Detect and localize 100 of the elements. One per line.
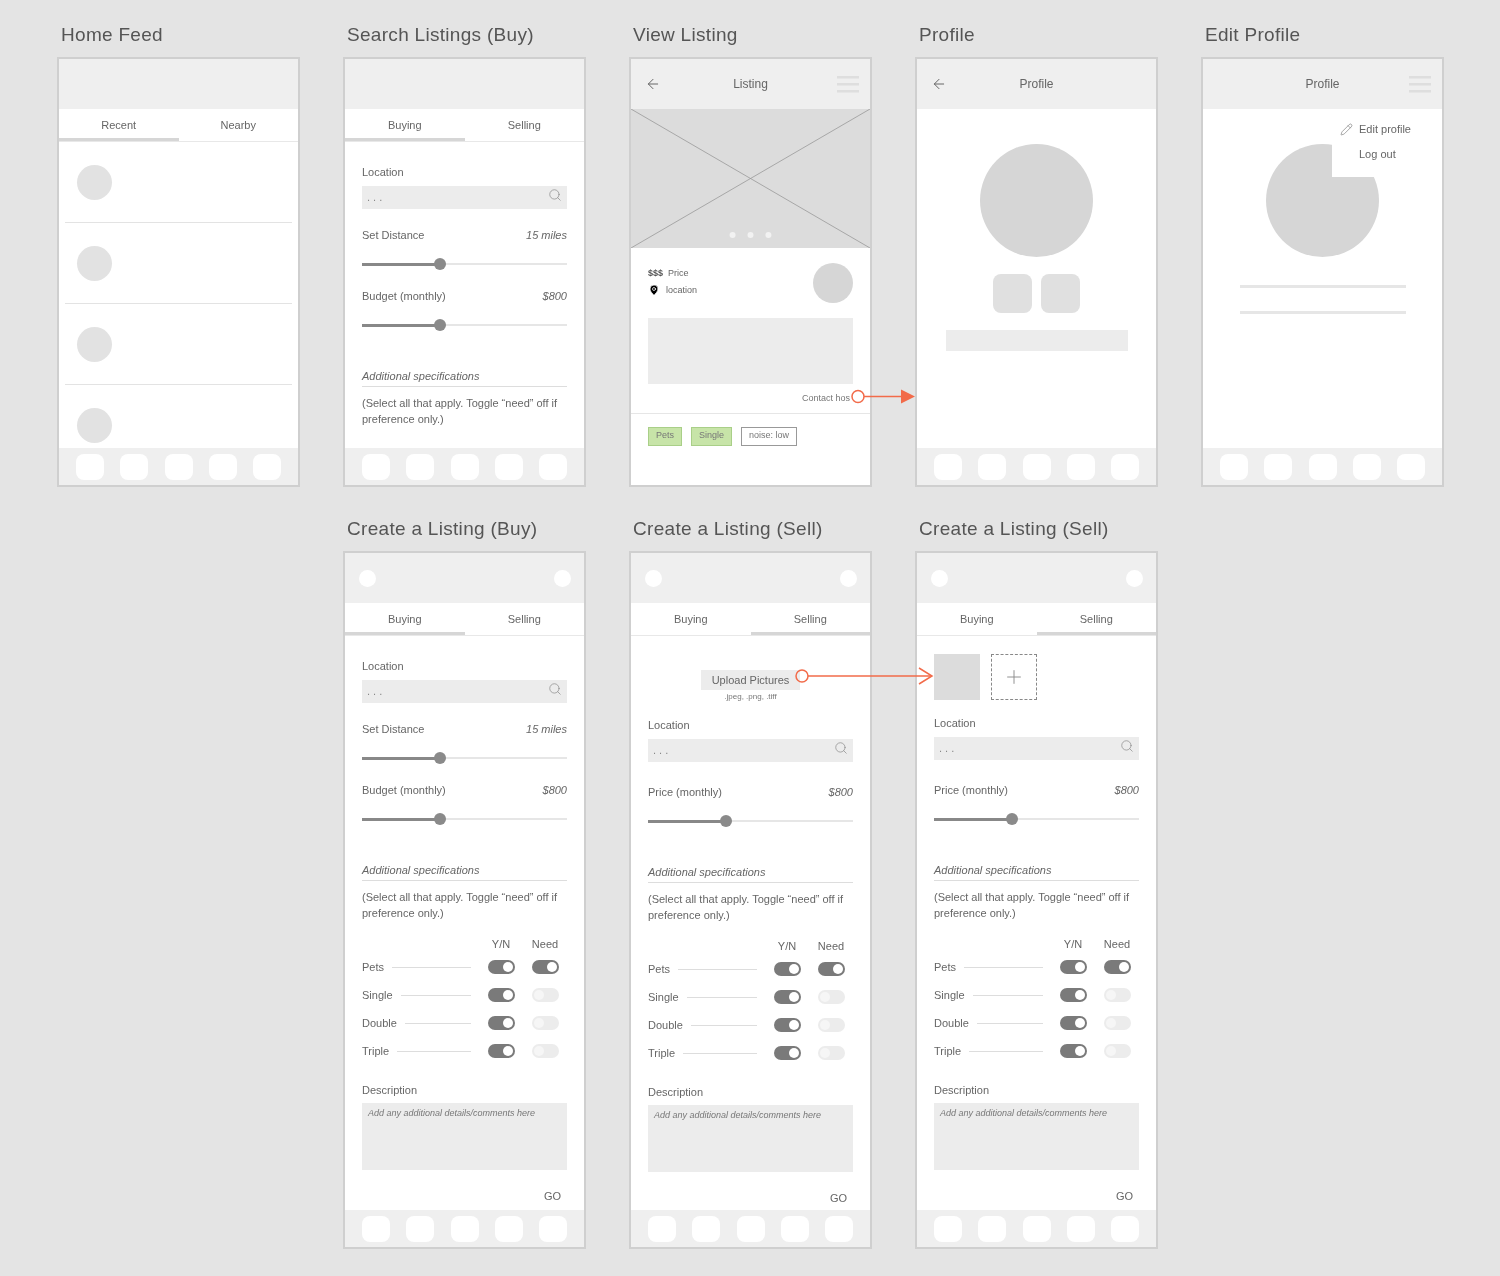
field-label: Description: [648, 1085, 705, 1099]
toggle-switch[interactable]: [773, 990, 801, 1004]
slider[interactable]: [934, 813, 1139, 825]
back-icon[interactable]: [931, 76, 947, 92]
screen-title: View Listing: [632, 23, 739, 47]
screen-title: Profile: [918, 23, 976, 47]
column-header: Need: [816, 939, 846, 953]
go-button[interactable]: GO: [1109, 1188, 1139, 1205]
go-button[interactable]: GO: [823, 1190, 853, 1207]
slider-value: $800: [828, 785, 853, 799]
instruction-text: (Select all that apply. Toggle “need” off if preference only.): [362, 890, 559, 921]
screen-header-title: Profile: [1305, 76, 1340, 93]
option-label: Triple: [934, 1043, 962, 1059]
screen-header-title: Listing: [733, 76, 768, 93]
toggle-switch[interactable]: [817, 962, 845, 976]
slider-value: $800: [542, 289, 567, 303]
tab[interactable]: Selling: [750, 603, 870, 635]
slider[interactable]: [648, 815, 853, 827]
section-heading: Additional specifications: [648, 865, 853, 883]
option-label: Pets: [934, 959, 956, 975]
toggle-switch[interactable]: [487, 960, 515, 974]
slider-label: Set Distance: [362, 722, 425, 736]
toggle-switch[interactable]: [487, 988, 515, 1002]
tab[interactable]: Buying: [345, 603, 465, 635]
toggle-switch[interactable]: [531, 960, 559, 974]
toggle-switch[interactable]: [1059, 960, 1087, 974]
screen-title: Search Listings (Buy): [346, 23, 535, 47]
slider[interactable]: [362, 319, 567, 331]
pencil-icon: [1340, 123, 1353, 136]
slider-thumb[interactable]: [433, 752, 446, 764]
toggle-switch[interactable]: [773, 1046, 801, 1060]
option-label: Double: [648, 1017, 683, 1033]
avatar: [77, 408, 112, 443]
slider-thumb[interactable]: [433, 258, 446, 270]
field-label: Location: [362, 659, 405, 673]
contact-link[interactable]: Contact hos: [801, 392, 850, 406]
search-icon[interactable]: [548, 188, 562, 202]
column-header: Need: [530, 937, 560, 951]
profile-action-button[interactable]: [993, 274, 1032, 313]
search-icon[interactable]: [1120, 739, 1134, 753]
host-avatar: [813, 263, 853, 303]
slider-thumb[interactable]: [433, 813, 446, 825]
search-field[interactable]: . . .: [362, 679, 567, 703]
add-photo-button[interactable]: [991, 654, 1037, 700]
slider-thumb[interactable]: [1005, 813, 1018, 825]
description-field[interactable]: Add any additional details/comments here: [362, 1103, 567, 1170]
toggle-switch[interactable]: [487, 1016, 515, 1030]
toggle-switch[interactable]: [1103, 960, 1131, 974]
search-field[interactable]: . . .: [362, 185, 567, 209]
slider-value: $800: [1114, 783, 1139, 797]
option-label: Pets: [648, 961, 670, 977]
toggle-switch[interactable]: [773, 962, 801, 976]
slider[interactable]: [362, 813, 567, 825]
tab[interactable]: Nearby: [178, 109, 298, 141]
column-header: Y/N: [1062, 937, 1084, 951]
upload-button[interactable]: Upload Pictures: [700, 670, 801, 690]
description-field[interactable]: Add any additional details/comments here: [934, 1103, 1139, 1170]
location-label: location: [666, 283, 698, 297]
field-label: Location: [934, 716, 977, 730]
field-label: Location: [648, 718, 691, 732]
tab[interactable]: Selling: [464, 603, 584, 635]
search-field[interactable]: . . .: [648, 738, 853, 762]
tab[interactable]: Buying: [917, 603, 1037, 635]
tag: Pets: [648, 426, 682, 446]
back-icon[interactable]: [645, 76, 661, 92]
toggle-switch[interactable]: [773, 1018, 801, 1032]
search-icon[interactable]: [834, 741, 848, 755]
toggle-switch[interactable]: [1059, 988, 1087, 1002]
search-field[interactable]: . . .: [934, 736, 1139, 760]
toggle-switch[interactable]: [1059, 1016, 1087, 1030]
price-label: Price: [668, 267, 689, 280]
profile-action-button[interactable]: [1041, 274, 1080, 313]
slider[interactable]: [362, 258, 567, 270]
slider-label: Price (monthly): [648, 785, 722, 799]
field-label: Location: [362, 165, 405, 179]
tab[interactable]: Buying: [631, 603, 751, 635]
screen-title: Home Feed: [60, 23, 164, 47]
slider-label: Budget (monthly): [362, 289, 446, 303]
column-header: Y/N: [776, 939, 798, 953]
screen-header-title: Profile: [1019, 76, 1054, 93]
tab[interactable]: Selling: [1036, 603, 1156, 635]
tab[interactable]: Recent: [59, 109, 179, 141]
slider[interactable]: [362, 752, 567, 764]
toggle-switch[interactable]: [487, 1044, 515, 1058]
description-field[interactable]: Add any additional details/comments here: [648, 1105, 853, 1172]
slider-thumb[interactable]: [433, 319, 446, 331]
option-label: Single: [362, 987, 393, 1003]
toggle-switch[interactable]: [1059, 1044, 1087, 1058]
slider-value: 15 miles: [526, 722, 567, 736]
field-label: Description: [934, 1083, 991, 1097]
photo-thumbnail: [934, 654, 980, 700]
menu-item[interactable]: Edit profile: [1332, 117, 1432, 142]
search-icon[interactable]: [548, 682, 562, 696]
tab[interactable]: Selling: [464, 109, 584, 141]
avatar: [77, 327, 112, 362]
menu-item[interactable]: Log out: [1332, 142, 1432, 167]
tab[interactable]: Buying: [345, 109, 465, 141]
go-button[interactable]: GO: [537, 1188, 567, 1205]
screen-title: Create a Listing (Sell): [632, 517, 824, 541]
slider-thumb[interactable]: [719, 815, 732, 827]
